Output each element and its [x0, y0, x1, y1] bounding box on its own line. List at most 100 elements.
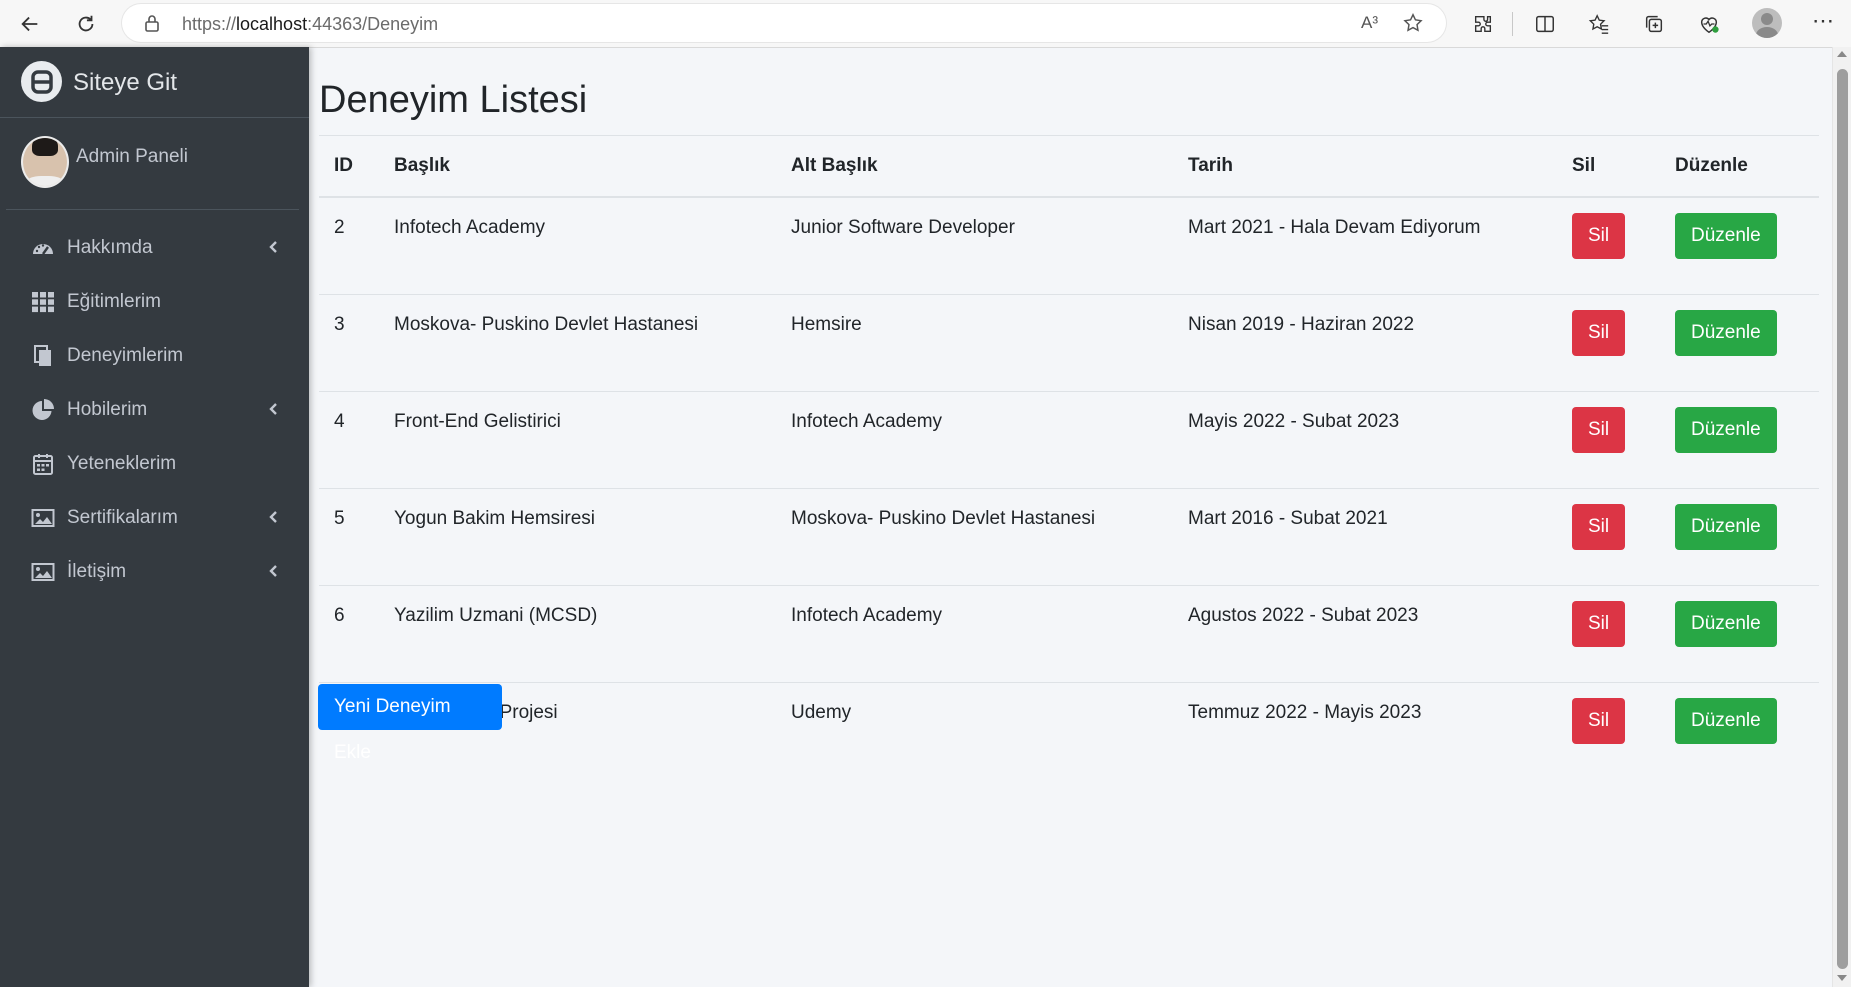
edit-button[interactable]: Düzenle [1675, 310, 1777, 356]
cell-delete: Sil [1557, 391, 1660, 489]
cell-delete: Sil [1557, 682, 1660, 779]
column-header-subtitle: Alt Başlık [776, 135, 1173, 198]
delete-button[interactable]: Sil [1572, 407, 1626, 453]
table-row: 7 Dinamik CV Projesi Udemy Temmuz 2022 -… [319, 682, 1819, 779]
more-options-icon[interactable]: ⋯ [1812, 8, 1835, 34]
cell-edit: Düzenle [1660, 682, 1819, 779]
column-header-delete: Sil [1557, 135, 1660, 198]
brand-logo-icon [21, 61, 62, 102]
table-row: 2 Infotech Academy Junior Software Devel… [319, 196, 1819, 295]
cell-id: 6 [319, 585, 379, 683]
sidebar-item-label: Yeteneklerim [67, 453, 177, 474]
cell-date: Mayis 2022 - Subat 2023 [1173, 391, 1557, 489]
table-row: 3 Moskova- Puskino Devlet Hastanesi Hems… [319, 294, 1819, 392]
sidebar-item-label: Eğitimlerim [67, 291, 161, 312]
cell-id: 5 [319, 488, 379, 586]
toolbar-divider [1512, 12, 1513, 36]
sidebar-item-deneyimlerim[interactable]: Deneyimlerim [0, 329, 309, 383]
cell-id: 4 [319, 391, 379, 489]
image-icon [31, 563, 55, 581]
delete-button[interactable]: Sil [1572, 601, 1626, 647]
cell-title: Infotech Academy [379, 196, 776, 295]
column-header-date: Tarih [1173, 135, 1557, 198]
calendar-icon [33, 454, 53, 475]
cell-date: Agustos 2022 - Subat 2023 [1173, 585, 1557, 683]
sidebar-item-hakkimda[interactable]: Hakkımda [0, 221, 309, 275]
cell-delete: Sil [1557, 488, 1660, 586]
cell-title: Yazilim Uzmani (MCSD) [379, 585, 776, 683]
delete-button[interactable]: Sil [1572, 698, 1626, 744]
cell-id: 2 [319, 196, 379, 295]
chevron-left-icon [269, 511, 277, 523]
favorite-star-icon[interactable] [1402, 12, 1424, 39]
cell-title: Moskova- Puskino Devlet Hastanesi [379, 294, 776, 392]
cell-subtitle: Junior Software Developer [776, 196, 1173, 295]
delete-button[interactable]: Sil [1572, 310, 1626, 356]
page-scrollbar[interactable] [1832, 47, 1851, 987]
sidebar-item-label: Hakkımda [67, 237, 153, 258]
edit-button[interactable]: Düzenle [1675, 407, 1777, 453]
edit-button[interactable]: Düzenle [1675, 213, 1777, 259]
cell-date: Mart 2021 - Hala Devam Ediyorum [1173, 196, 1557, 295]
refresh-icon[interactable] [70, 8, 102, 40]
sidebar-item-yeteneklerim[interactable]: Yeteneklerim [0, 437, 309, 491]
lock-icon[interactable] [144, 14, 160, 37]
image-icon [31, 509, 55, 527]
sidebar-item-egitimlerim[interactable]: Eğitimlerim [0, 275, 309, 329]
read-aloud-icon[interactable]: A³ [1361, 13, 1378, 33]
table-row: 6 Yazilim Uzmani (MCSD) Infotech Academy… [319, 585, 1819, 683]
edit-button[interactable]: Düzenle [1675, 601, 1777, 647]
cell-edit: Düzenle [1660, 488, 1819, 586]
scroll-down-icon[interactable] [1837, 975, 1847, 981]
address-bar[interactable]: https://localhost:44363/Deneyim A³ [122, 4, 1446, 42]
chevron-left-icon [269, 565, 277, 577]
user-panel[interactable]: Admin Paneli [6, 117, 299, 210]
column-header-edit: Düzenle [1660, 135, 1819, 198]
sidebar-item-label: Deneyimlerim [67, 345, 184, 366]
cell-edit: Düzenle [1660, 196, 1819, 295]
add-experience-button[interactable]: Yeni Deneyim Ekle [318, 684, 502, 763]
column-header-title: Başlık [379, 135, 776, 198]
edit-button[interactable]: Düzenle [1675, 504, 1777, 550]
split-screen-icon[interactable] [1531, 10, 1559, 38]
profile-avatar-icon[interactable] [1752, 8, 1782, 38]
cell-delete: Sil [1557, 294, 1660, 392]
cell-subtitle: Moskova- Puskino Devlet Hastanesi [776, 488, 1173, 586]
scroll-thumb[interactable] [1837, 69, 1848, 969]
sidebar-item-iletisim[interactable]: İletişim [0, 545, 309, 599]
cell-delete: Sil [1557, 196, 1660, 295]
cell-delete: Sil [1557, 585, 1660, 683]
browser-essentials-icon[interactable] [1695, 10, 1723, 38]
scroll-up-icon[interactable] [1837, 51, 1847, 57]
sidebar-menu: Hakkımda Eğitimlerim Deneyimlerim Hobile… [0, 221, 309, 599]
user-name[interactable]: Admin Paneli [76, 146, 188, 168]
grid-icon [32, 292, 54, 313]
cell-subtitle: Udemy [776, 682, 1173, 779]
chevron-left-icon [269, 241, 277, 253]
brand-text[interactable]: Siteye Git [73, 69, 177, 97]
cell-edit: Düzenle [1660, 391, 1819, 489]
cell-edit: Düzenle [1660, 294, 1819, 392]
cell-subtitle: Infotech Academy [776, 585, 1173, 683]
favorites-icon[interactable] [1585, 10, 1613, 38]
experience-table: ID Başlık Alt Başlık Tarih Sil Düzenle 2… [319, 135, 1819, 779]
page-title: Deneyim Listesi [319, 79, 588, 121]
collections-icon[interactable] [1640, 10, 1668, 38]
delete-button[interactable]: Sil [1572, 213, 1626, 259]
avatar [21, 136, 69, 188]
column-header-id: ID [319, 135, 379, 198]
cell-title: Yogun Bakim Hemsiresi [379, 488, 776, 586]
tachometer-icon [33, 244, 53, 255]
url-text[interactable]: https://localhost:44363/Deneyim [182, 14, 438, 35]
cell-date: Mart 2016 - Subat 2021 [1173, 488, 1557, 586]
sidebar-item-label: Hobilerim [67, 399, 148, 420]
pie-chart-icon [32, 399, 54, 420]
cell-date: Temmuz 2022 - Mayis 2023 [1173, 682, 1557, 779]
sidebar-item-sertifikalarim[interactable]: Sertifikalarım [0, 491, 309, 545]
delete-button[interactable]: Sil [1572, 504, 1626, 550]
back-icon[interactable] [14, 8, 46, 40]
sidebar-item-hobilerim[interactable]: Hobilerim [0, 383, 309, 437]
edit-button[interactable]: Düzenle [1675, 698, 1777, 744]
brand-link[interactable]: Siteye Git [0, 47, 309, 118]
extensions-icon[interactable] [1469, 10, 1497, 38]
